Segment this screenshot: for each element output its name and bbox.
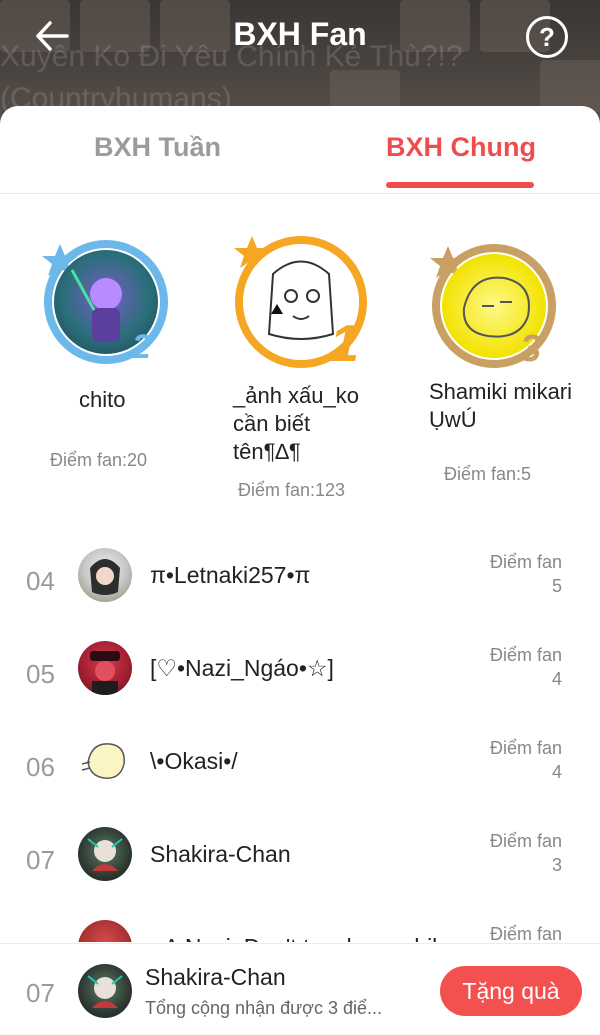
score-label: Điểm fan xyxy=(489,738,562,758)
send-gift-button[interactable]: Tặng quà xyxy=(440,966,582,1016)
podium-score: Điểm fan:123 xyxy=(238,480,346,500)
help-button[interactable]: ? xyxy=(526,16,568,58)
score-label: Điểm fan xyxy=(489,924,562,942)
list-item[interactable]: 07 Shakira-Chan Điểm fan 3 xyxy=(0,823,600,916)
fan-name: • ∆ Nazi_Don't touch my chil xyxy=(150,934,437,942)
rank-number: 06 xyxy=(26,752,55,782)
podium-rank-1[interactable]: 1 _ảnh xấu_ko cần biết tên¶∆¶ Điểm fan:1… xyxy=(230,226,380,506)
rank-badge: 3 xyxy=(520,328,542,370)
tab-overall-ranking[interactable]: BXH Chung xyxy=(386,132,536,163)
question-circle-icon: ? xyxy=(539,21,555,52)
score-value: 4 xyxy=(551,669,562,689)
score-value: 4 xyxy=(551,762,562,782)
my-rank-bar: 07 Shakira-Chan Tổng cộng nhận được 3 đi… xyxy=(0,943,600,1035)
my-rank-number: 07 xyxy=(26,978,55,1008)
tab-bar: BXH Tuần BXH Chung xyxy=(0,106,600,194)
list-item[interactable]: 05 [♡•Nazi_Ngáo•☆] Điểm fan 4 xyxy=(0,637,600,730)
avatar xyxy=(78,548,132,602)
list-item[interactable]: 04 π•Letnaki257•π Điểm fan 5 xyxy=(0,544,600,637)
score-label: Điểm fan xyxy=(489,831,562,851)
podium-score: Điểm fan:5 xyxy=(444,464,532,484)
podium-score: Điểm fan:20 xyxy=(50,450,148,470)
avatar xyxy=(78,964,132,1018)
rank-number: 08 xyxy=(26,938,66,942)
podium-name: Shamiki mikari ỤwÚ xyxy=(429,379,573,432)
score-label: Điểm fan xyxy=(489,645,562,665)
avatar xyxy=(78,641,132,695)
active-tab-indicator xyxy=(386,182,534,188)
avatar xyxy=(78,920,132,942)
rank-badge: 2 xyxy=(132,328,151,366)
podium-name: chito xyxy=(79,387,126,412)
tab-weekly-ranking[interactable]: BXH Tuần xyxy=(94,132,221,163)
podium-rank-2[interactable]: 2 chito Điểm fan:20 xyxy=(40,232,180,482)
ranking-list[interactable]: 04 π•Letnaki257•π Điểm fan 5 05 [♡•Nazi_… xyxy=(0,544,600,942)
list-item[interactable]: 08 • ∆ Nazi_Don't touch my chil Điểm fan xyxy=(0,916,600,942)
avatar xyxy=(78,827,132,881)
podium-rank-3[interactable]: 3 Shamiki mikari ỤwÚ Điểm fan:5 xyxy=(428,236,578,496)
fan-name: \•Okasi•/ xyxy=(150,748,238,774)
page-title: BXH Fan xyxy=(233,16,367,52)
podium-name: _ảnh xấu_ko cần biết tên¶∆¶ xyxy=(233,383,359,464)
rank-number: 05 xyxy=(26,659,55,689)
score-value: 5 xyxy=(551,576,562,596)
list-item[interactable]: 06 \•Okasi•/ Điểm fan 4 xyxy=(0,730,600,823)
fan-name: Shakira-Chan xyxy=(150,841,291,867)
score-value: 3 xyxy=(551,855,562,875)
rank-number: 07 xyxy=(26,845,55,875)
rank-number: 04 xyxy=(26,566,55,596)
my-name: Shakira-Chan xyxy=(145,964,286,990)
my-points-summary: Tổng cộng nhận được 3 điể... xyxy=(145,998,383,1018)
fan-name: π•Letnaki257•π xyxy=(150,562,311,588)
fan-name: [♡•Nazi_Ngáo•☆] xyxy=(150,655,334,681)
rank-badge: 1 xyxy=(330,315,359,373)
avatar xyxy=(78,734,132,788)
score-label: Điểm fan xyxy=(489,552,562,572)
